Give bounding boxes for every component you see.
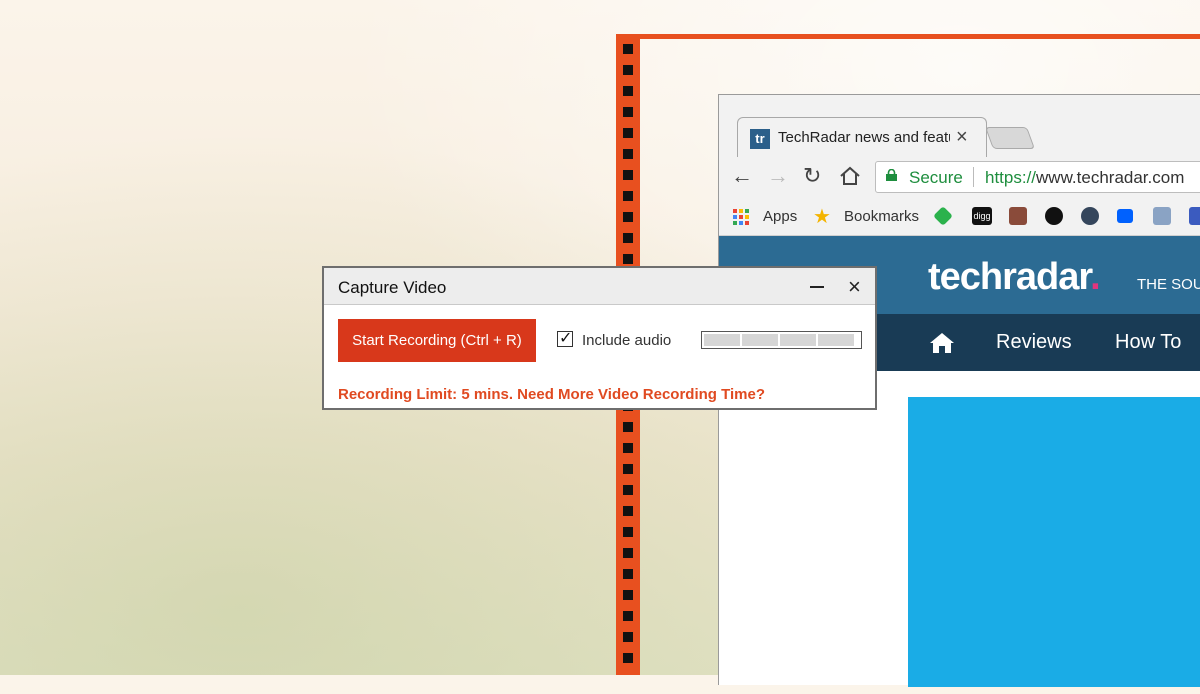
film-perforation	[623, 632, 633, 642]
capture-video-dialog: Capture Video × Start Recording (Ctrl + …	[322, 266, 877, 410]
film-perforation	[623, 611, 633, 621]
recording-limit-link[interactable]: Recording Limit: 5 mins. Need More Video…	[338, 386, 765, 403]
film-perforation	[623, 44, 633, 54]
film-perforation	[623, 422, 633, 432]
film-perforation	[623, 191, 633, 201]
dialog-title: Capture Video	[338, 278, 447, 297]
film-perforation	[623, 569, 633, 579]
film-perforation	[623, 254, 633, 264]
film-perforation	[623, 107, 633, 117]
film-perforation	[623, 65, 633, 75]
film-perforation	[623, 233, 633, 243]
audio-level-meter	[701, 331, 862, 349]
film-perforation	[623, 485, 633, 495]
film-perforation	[623, 212, 633, 222]
film-perforation	[623, 653, 633, 663]
film-perforation	[623, 443, 633, 453]
close-icon[interactable]: ×	[848, 274, 861, 300]
film-perforation	[623, 506, 633, 516]
minimize-icon[interactable]	[810, 286, 824, 288]
start-recording-button[interactable]: Start Recording (Ctrl + R)	[338, 319, 536, 362]
include-audio-checkbox[interactable]: ✓	[557, 330, 573, 347]
checkmark-icon: ✓	[559, 330, 573, 347]
meter-segment	[742, 334, 778, 346]
film-perforation	[623, 590, 633, 600]
include-audio-label: Include audio	[582, 332, 672, 349]
meter-segment	[704, 334, 740, 346]
meter-segment	[818, 334, 854, 346]
dialog-titlebar[interactable]: Capture Video ×	[324, 268, 875, 305]
film-perforation	[623, 149, 633, 159]
film-perforation	[623, 86, 633, 96]
film-perforation	[623, 527, 633, 537]
film-perforation	[623, 128, 633, 138]
film-perforation	[623, 170, 633, 180]
film-perforation	[623, 464, 633, 474]
film-perforation	[623, 548, 633, 558]
meter-segment	[780, 334, 816, 346]
